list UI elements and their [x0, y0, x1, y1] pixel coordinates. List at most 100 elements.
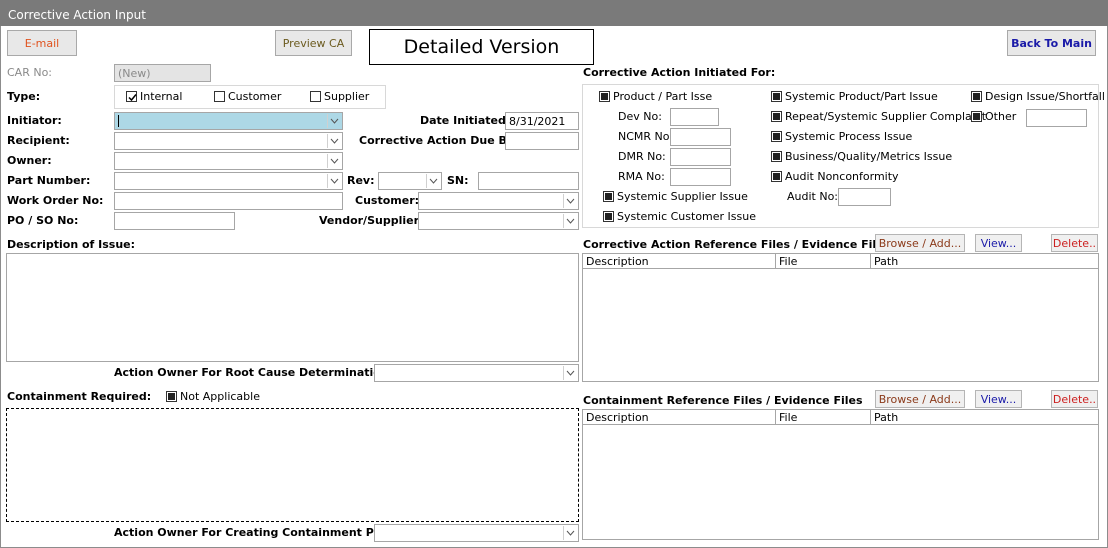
- audit-no-field[interactable]: [838, 188, 891, 206]
- ca-browse-button[interactable]: Browse / Add...: [875, 234, 965, 252]
- text-caret: [118, 115, 119, 127]
- design-issue-label: Design Issue/Shortfall: [985, 90, 1105, 103]
- rev-combo[interactable]: [378, 172, 442, 190]
- dmr-no-label: DMR No:: [618, 150, 666, 163]
- containment-label: Containment Required:: [7, 390, 152, 403]
- description-textarea[interactable]: [6, 253, 579, 362]
- due-by-label: Corrective Action Due By:: [359, 134, 519, 147]
- product-part-option[interactable]: Product / Part Isse: [599, 90, 712, 103]
- other-field[interactable]: [1026, 109, 1087, 127]
- containment-browse-button[interactable]: Browse / Add...: [875, 390, 965, 408]
- po-so-label: PO / SO No:: [7, 214, 79, 227]
- containment-browse-label: Browse / Add...: [878, 392, 962, 406]
- date-initiated-field[interactable]: 8/31/2021: [505, 112, 579, 130]
- chevron-down-icon[interactable]: [563, 526, 577, 540]
- column-header-description[interactable]: Description: [583, 254, 776, 268]
- containment-view-label: View...: [980, 392, 1017, 406]
- checkbox-icon: [971, 111, 982, 122]
- chevron-down-icon[interactable]: [426, 174, 440, 188]
- sn-field[interactable]: [478, 172, 579, 190]
- containment-files-grid[interactable]: Description File Path: [582, 409, 1099, 540]
- type-supplier-option[interactable]: Supplier: [310, 90, 369, 103]
- checkbox-icon: [603, 211, 614, 222]
- chevron-down-icon[interactable]: [563, 194, 577, 208]
- work-order-label: Work Order No:: [7, 194, 104, 207]
- email-button[interactable]: E-mail: [7, 30, 77, 56]
- ca-files-grid[interactable]: Description File Path: [582, 253, 1099, 382]
- containment-delete-label: Delete..: [1052, 392, 1097, 406]
- ncmr-no-label: NCMR No:: [618, 130, 674, 143]
- initiator-label: Initiator:: [7, 114, 62, 127]
- due-by-field[interactable]: [505, 132, 579, 150]
- containment-textarea[interactable]: [6, 408, 579, 522]
- checkbox-icon: [603, 191, 614, 202]
- root-cause-owner-combo[interactable]: [374, 364, 579, 382]
- grid-header: Description File Path: [583, 410, 1098, 425]
- email-button-label: E-mail: [24, 36, 60, 50]
- type-supplier-label: Supplier: [324, 90, 370, 103]
- ca-view-label: View...: [980, 236, 1017, 250]
- audit-nonconformity-option[interactable]: Audit Nonconformity: [771, 170, 899, 183]
- car-no-field: (New): [114, 64, 211, 82]
- containment-owner-combo[interactable]: [374, 524, 579, 542]
- systemic-product-option[interactable]: Systemic Product/Part Issue: [771, 90, 938, 103]
- type-customer-option[interactable]: Customer: [214, 90, 281, 103]
- rma-no-field[interactable]: [670, 168, 731, 186]
- type-label: Type:: [7, 90, 41, 103]
- chevron-down-icon[interactable]: [327, 154, 341, 168]
- other-option[interactable]: Other: [971, 110, 1016, 123]
- not-applicable-option[interactable]: Not Applicable: [166, 390, 260, 403]
- po-so-field[interactable]: [114, 212, 235, 230]
- recipient-combo[interactable]: [114, 132, 343, 150]
- containment-owner-label: Action Owner For Creating Containment Pl…: [114, 526, 398, 539]
- ncmr-no-field[interactable]: [670, 128, 731, 146]
- back-to-main-button[interactable]: Back To Main: [1007, 30, 1096, 56]
- owner-combo[interactable]: [114, 152, 343, 170]
- column-header-description[interactable]: Description: [583, 410, 776, 424]
- type-internal-option[interactable]: Internal: [126, 90, 182, 103]
- part-number-combo[interactable]: [114, 172, 343, 190]
- repeat-supplier-label: Repeat/Systemic Supplier Complaint: [785, 110, 987, 123]
- containment-files-title: Containment Reference Files / Evidence F…: [583, 394, 863, 407]
- chevron-down-icon[interactable]: [563, 214, 577, 228]
- owner-label: Owner:: [7, 154, 52, 167]
- chevron-down-icon[interactable]: [327, 114, 341, 128]
- chevron-down-icon[interactable]: [327, 134, 341, 148]
- business-quality-label: Business/Quality/Metrics Issue: [785, 150, 953, 163]
- chevron-down-icon[interactable]: [327, 174, 341, 188]
- sn-label: SN:: [447, 174, 469, 187]
- column-header-path[interactable]: Path: [871, 410, 1098, 424]
- preview-ca-button[interactable]: Preview CA: [275, 30, 352, 56]
- customer-combo[interactable]: [418, 192, 579, 210]
- checkbox-icon: [771, 91, 782, 102]
- column-header-file[interactable]: File: [776, 254, 871, 268]
- ca-files-title: Corrective Action Reference Files / Evid…: [583, 238, 891, 251]
- ca-delete-button[interactable]: Delete..: [1051, 234, 1098, 252]
- systemic-customer-option[interactable]: Systemic Customer Issue: [603, 210, 756, 223]
- ca-delete-label: Delete..: [1052, 236, 1097, 250]
- checkbox-icon: [166, 391, 177, 402]
- checkbox-icon: [310, 91, 321, 102]
- checkbox-icon: [771, 171, 782, 182]
- containment-delete-button[interactable]: Delete..: [1051, 390, 1098, 408]
- chevron-down-icon[interactable]: [563, 366, 577, 380]
- initiator-combo[interactable]: [114, 112, 343, 130]
- dev-no-field[interactable]: [670, 108, 719, 126]
- ca-view-button[interactable]: View...: [975, 234, 1022, 252]
- dmr-no-field[interactable]: [670, 148, 731, 166]
- work-order-field[interactable]: [114, 192, 343, 210]
- audit-nonconformity-label: Audit Nonconformity: [785, 170, 899, 183]
- checkbox-icon: [771, 131, 782, 142]
- systemic-supplier-option[interactable]: Systemic Supplier Issue: [603, 190, 748, 203]
- column-header-path[interactable]: Path: [871, 254, 1098, 268]
- column-header-file[interactable]: File: [776, 410, 871, 424]
- containment-view-button[interactable]: View...: [975, 390, 1022, 408]
- systemic-process-label: Systemic Process Issue: [785, 130, 913, 143]
- repeat-supplier-option[interactable]: Repeat/Systemic Supplier Complaint: [771, 110, 986, 123]
- description-label: Description of Issue:: [7, 238, 136, 251]
- business-quality-option[interactable]: Business/Quality/Metrics Issue: [771, 150, 952, 163]
- design-issue-option[interactable]: Design Issue/Shortfall: [971, 90, 1105, 103]
- systemic-process-option[interactable]: Systemic Process Issue: [771, 130, 912, 143]
- dev-no-label: Dev No:: [618, 110, 662, 123]
- vendor-combo[interactable]: [418, 212, 579, 230]
